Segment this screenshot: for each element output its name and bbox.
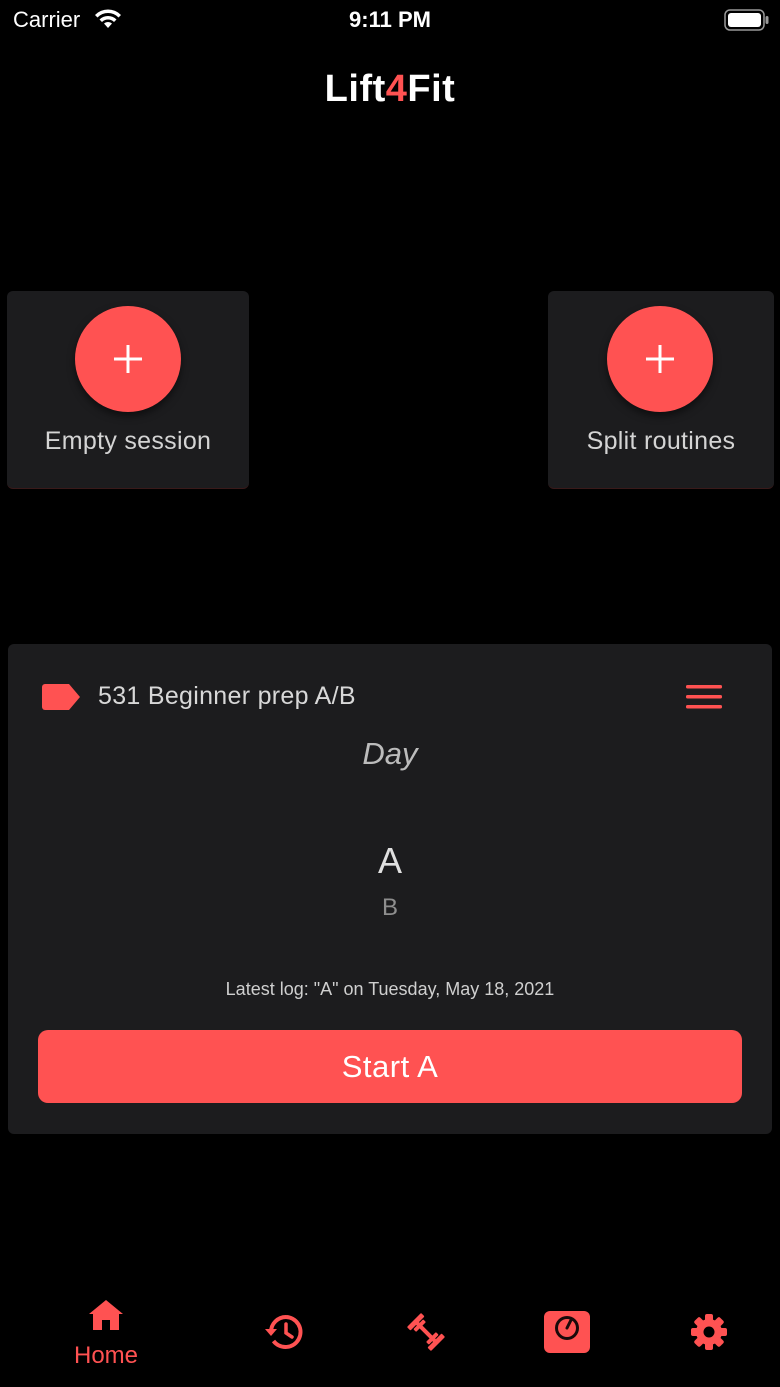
battery-icon — [724, 9, 770, 36]
gear-icon — [691, 1314, 727, 1350]
split-routines-add-button[interactable] — [607, 306, 713, 412]
status-bar: Carrier 9:11 PM — [0, 0, 780, 44]
plus-icon — [114, 345, 142, 373]
status-time: 9:11 PM — [349, 7, 431, 32]
routine-name: 531 Beginner prep A/B — [98, 682, 356, 710]
day-picker-selected[interactable]: A — [8, 840, 772, 882]
empty-session-add-button[interactable] — [75, 306, 181, 412]
tab-bar: Home — [0, 1290, 780, 1387]
tab-exercises[interactable] — [361, 1290, 491, 1374]
latest-log: Latest log: "A" on Tuesday, May 18, 2021 — [225, 979, 555, 999]
app-title-accent: 4 — [385, 68, 408, 110]
split-routines-card[interactable]: Split routines — [548, 291, 774, 489]
screen: Carrier 9:11 PM Lift4Fit Empty session S… — [0, 0, 780, 1387]
tab-home[interactable]: Home — [41, 1290, 171, 1370]
tab-history[interactable] — [219, 1290, 349, 1374]
routine-card: 531 Beginner prep A/B Day A B Latest log… — [8, 644, 772, 1134]
empty-session-label: Empty session — [44, 427, 212, 455]
tab-home-label: Home — [73, 1342, 139, 1369]
day-picker-label: Day — [362, 736, 418, 771]
scale-icon — [544, 1311, 590, 1353]
app-title-prefix: Lift — [324, 68, 386, 110]
tag-icon — [42, 684, 80, 715]
empty-session-card[interactable]: Empty session — [7, 291, 249, 489]
start-workout-button[interactable]: Start A — [38, 1030, 742, 1103]
split-routines-label: Split routines — [586, 427, 736, 455]
tab-bodyweight[interactable] — [502, 1290, 632, 1374]
history-icon — [265, 1315, 303, 1349]
app-title: Lift4Fit — [0, 68, 780, 111]
home-icon — [89, 1300, 123, 1330]
dumbbell-icon — [407, 1313, 445, 1351]
plus-icon — [646, 345, 674, 373]
day-picker-option[interactable]: B — [8, 894, 772, 916]
app-title-suffix: Fit — [407, 68, 456, 110]
tab-settings[interactable] — [644, 1290, 774, 1374]
menu-icon[interactable] — [686, 684, 722, 715]
